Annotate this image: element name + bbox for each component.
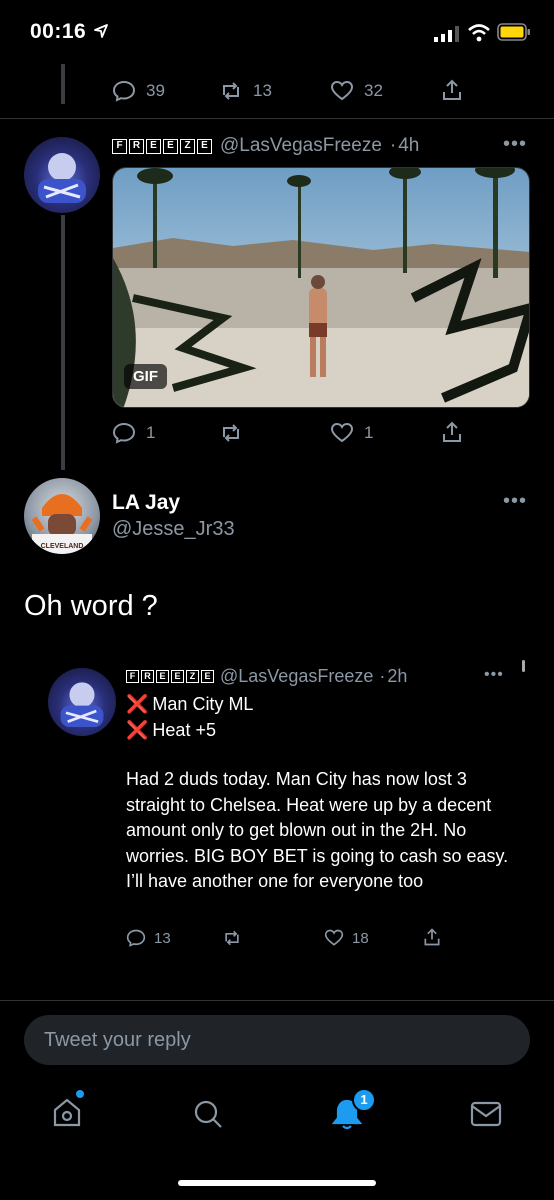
reply-action[interactable]: 13 [126, 928, 171, 948]
more-options-icon[interactable]: ••• [484, 666, 504, 684]
pick-text: Heat +5 [152, 720, 216, 740]
author-handle[interactable]: @LasVegasFreeze [220, 135, 382, 157]
badge-letter: F [126, 670, 139, 683]
x-mark-icon: ❌ [126, 720, 149, 740]
freeze-badge: FREEZE [112, 138, 212, 154]
status-bar: 00:16 [0, 0, 554, 64]
badge-letter: E [163, 138, 178, 154]
reply-icon [112, 80, 136, 102]
tab-bar: 1 [0, 1080, 554, 1150]
badge-letter: E [201, 670, 214, 683]
like-action[interactable]: 32 [330, 79, 383, 103]
tweet-header: FREEZE @LasVegasFreeze · 2h [126, 666, 407, 687]
retweet-icon [223, 424, 239, 442]
badge-letter: F [112, 138, 127, 154]
tab-messages[interactable] [470, 1100, 502, 1133]
scroll-indicator [522, 660, 525, 672]
x-mark-icon: ❌ [126, 694, 149, 714]
tab-notifications[interactable]: 1 [331, 1088, 376, 1135]
separator-dot: · [379, 666, 386, 686]
reply-icon [126, 929, 146, 947]
heart-icon [324, 929, 344, 946]
author-handle[interactable]: @LasVegasFreeze [220, 666, 373, 687]
retweet-count: 13 [253, 81, 272, 100]
like-count: 18 [352, 929, 369, 947]
avatar-jersey-text: CLEVELAND [41, 543, 84, 550]
share-action[interactable] [440, 78, 464, 102]
search-icon [194, 1100, 222, 1128]
wifi-icon [468, 24, 490, 42]
tweet-body: Had 2 duds today. Man City has now lost … [126, 769, 509, 891]
avatar-art [38, 153, 86, 203]
more-options-icon[interactable]: ••• [503, 133, 527, 156]
mail-icon [470, 1101, 502, 1127]
gif-label: GIF [124, 364, 167, 389]
location-arrow-icon [94, 24, 108, 38]
tab-home[interactable] [52, 1090, 84, 1133]
like-count: 32 [364, 81, 383, 100]
share-icon [443, 421, 461, 442]
separator-dot: · [389, 135, 397, 156]
new-content-dot [76, 1090, 84, 1098]
badge-letter: E [171, 670, 184, 683]
retweet-action[interactable] [219, 421, 243, 445]
badge-letter: Z [186, 670, 199, 683]
pick-line-1: ❌ Man City ML [126, 692, 253, 718]
badge-letter: E [197, 138, 212, 154]
avatar[interactable]: CLEVELAND [24, 478, 100, 554]
avatar[interactable] [24, 137, 100, 213]
share-action[interactable] [440, 420, 464, 444]
notifications-badge: 1 [352, 1088, 376, 1112]
retweet-icon [223, 82, 239, 100]
home-indicator [178, 1180, 376, 1186]
thread-connector [61, 215, 65, 470]
heart-icon [330, 80, 354, 101]
divider [0, 118, 554, 119]
cellular-signal-icon [434, 26, 459, 42]
like-count: 1 [364, 423, 374, 442]
pick-line-2: ❌ Heat +5 [126, 718, 216, 744]
avatar-art [60, 682, 104, 728]
pick-text: Man City ML [152, 694, 254, 714]
retweet-action[interactable] [222, 928, 242, 948]
tab-search[interactable] [192, 1098, 224, 1135]
reply-input[interactable]: Tweet your reply [24, 1015, 530, 1065]
author-handle[interactable]: @Jesse_Jr33 [112, 518, 235, 541]
gif-scene [113, 168, 529, 407]
badge-letter: Z [180, 138, 195, 154]
share-icon [443, 79, 461, 100]
badge-letter: E [156, 670, 169, 683]
badge-letter: R [141, 670, 154, 683]
badge-letter: E [146, 138, 161, 154]
gif-media[interactable] [112, 167, 530, 408]
like-action[interactable]: 1 [330, 421, 373, 445]
reply-action[interactable]: 39 [112, 79, 165, 103]
more-options-icon[interactable]: ••• [503, 490, 527, 513]
tweet-text: Oh word ? [24, 590, 158, 622]
badge-letter: R [129, 138, 144, 154]
freeze-badge: FREEZE [126, 670, 214, 683]
share-action[interactable] [422, 927, 442, 947]
reply-count: 13 [154, 929, 171, 947]
tweet-header: FREEZE @LasVegasFreeze · 4h [112, 135, 419, 157]
like-action[interactable]: 18 [324, 928, 369, 948]
reply-count: 1 [146, 423, 156, 442]
author-name[interactable]: LA Jay [112, 491, 180, 515]
reply-count: 39 [146, 81, 165, 100]
retweet-icon [225, 930, 239, 946]
divider [0, 1000, 554, 1001]
tweet-time: 2h [387, 666, 408, 686]
heart-icon [330, 422, 354, 443]
status-time: 00:16 [30, 20, 87, 43]
reply-action[interactable]: 1 [112, 421, 155, 445]
avatar[interactable] [48, 668, 116, 736]
reply-icon [112, 422, 136, 444]
tweet-time: 4h [398, 135, 420, 156]
avatar-art: CLEVELAND [31, 494, 93, 554]
retweet-action[interactable]: 13 [219, 79, 272, 103]
home-icon [53, 1098, 81, 1127]
share-icon [424, 928, 440, 946]
battery-icon [497, 23, 530, 41]
thread-connector [61, 64, 65, 104]
